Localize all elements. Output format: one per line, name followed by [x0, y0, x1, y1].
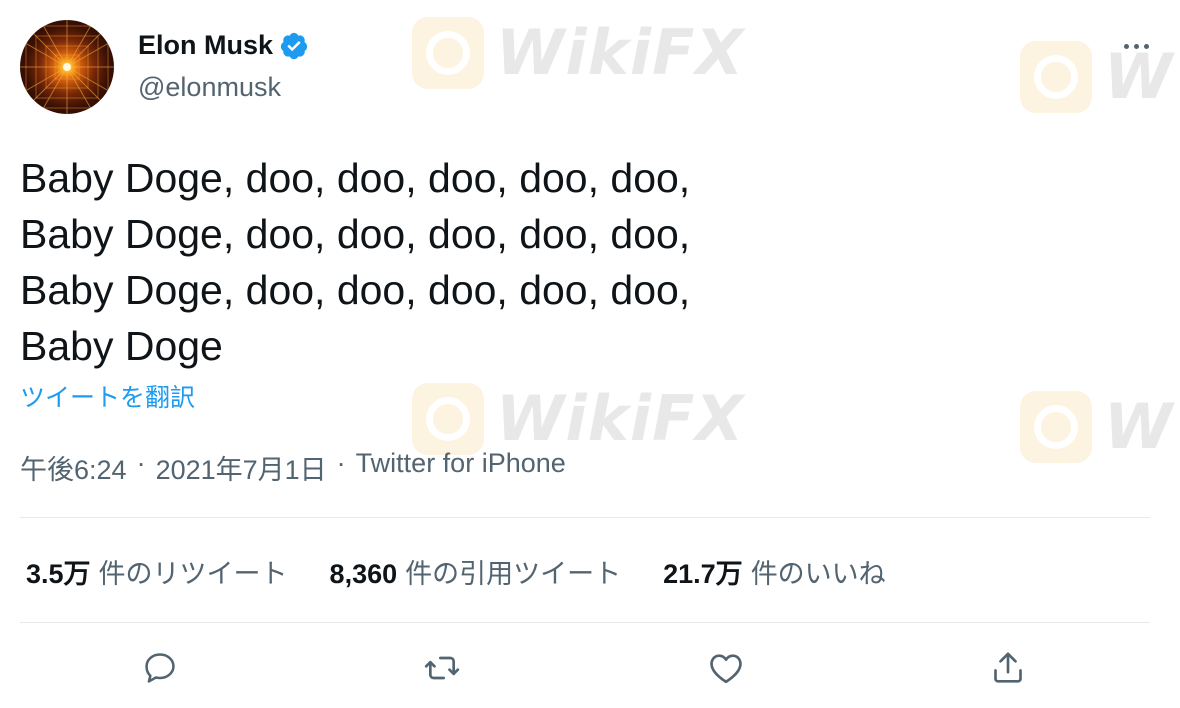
like-button[interactable]	[704, 646, 748, 690]
tweet-page: WikiFX W WikiFX W Elon Musk @elonmusk Ba…	[0, 0, 1180, 708]
meta-separator: ·	[336, 448, 346, 478]
tweet-actions	[0, 646, 1180, 696]
watermark-logo-icon	[1020, 390, 1092, 463]
tweet-time[interactable]: 午後6:24	[20, 448, 127, 487]
name-row: Elon Musk	[138, 30, 309, 61]
verified-badge-icon	[279, 31, 309, 61]
like-count[interactable]: 21.7万 件のいいね	[663, 552, 886, 591]
retweet-count-label: 件のリツイート	[98, 559, 288, 589]
tweet-stats: 3.5万 件のリツイート 8,360 件の引用ツイート 21.7万 件のいいね	[26, 552, 886, 591]
watermark-text: W	[1104, 390, 1174, 463]
like-icon	[710, 654, 742, 684]
retweet-count[interactable]: 3.5万 件のリツイート	[26, 552, 288, 591]
quote-count[interactable]: 8,360 件の引用ツイート	[330, 552, 622, 591]
retweet-icon	[424, 656, 460, 680]
avatar[interactable]	[20, 20, 114, 114]
quote-count-number: 8,360	[329, 559, 398, 589]
watermark: WikiFX	[412, 382, 744, 455]
tweet-header: Elon Musk @elonmusk	[20, 20, 1160, 116]
tweet-date[interactable]: 2021年7月1日	[156, 448, 327, 487]
watermark-logo-icon	[412, 382, 484, 455]
display-name[interactable]: Elon Musk	[138, 30, 273, 61]
tweet-source[interactable]: Twitter for iPhone	[356, 448, 566, 487]
reply-button[interactable]	[138, 646, 182, 690]
tweet-text: Baby Doge, doo, doo, doo, doo, doo, Baby…	[20, 155, 691, 369]
share-icon	[994, 652, 1022, 683]
retweet-count-number: 3.5万	[26, 559, 91, 589]
retweet-button[interactable]	[420, 646, 464, 690]
quote-count-label: 件の引用ツイート	[405, 559, 622, 589]
user-handle[interactable]: @elonmusk	[138, 72, 281, 103]
divider	[20, 517, 1150, 518]
meta-separator: ·	[136, 448, 146, 478]
like-count-label: 件のいいね	[750, 559, 886, 589]
divider	[20, 622, 1150, 623]
avatar-image	[20, 20, 114, 114]
reply-icon	[145, 653, 175, 683]
translate-tweet-link[interactable]: ツイートを翻訳	[20, 378, 195, 414]
watermark-text: WikiFX	[496, 382, 745, 455]
tweet-meta: 午後6:24 · 2021年7月1日 · Twitter for iPhone	[20, 448, 566, 487]
share-button[interactable]	[986, 646, 1030, 690]
watermark: W	[1020, 390, 1173, 463]
like-count-number: 21.7万	[663, 559, 743, 589]
more-icon[interactable]	[1118, 34, 1154, 58]
